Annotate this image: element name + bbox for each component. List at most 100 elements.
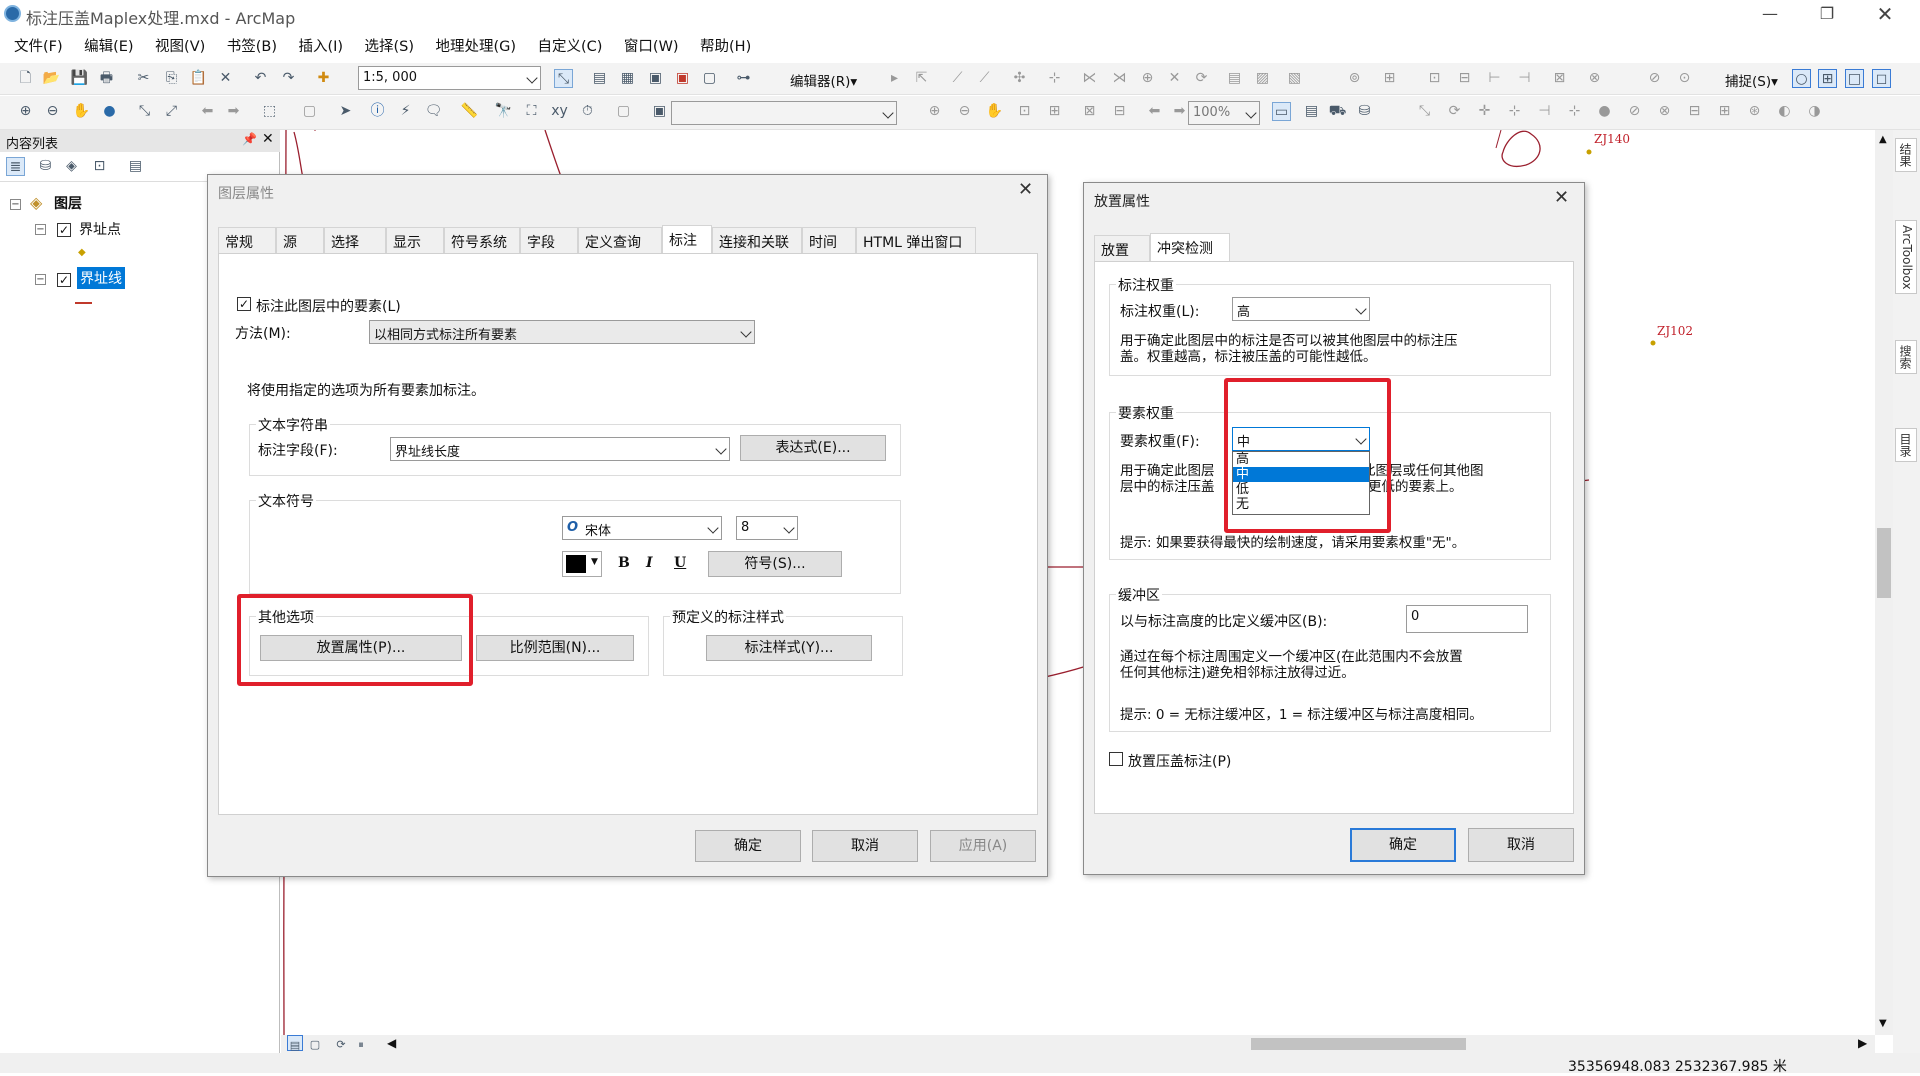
- tab-labels[interactable]: 标注: [662, 225, 712, 253]
- scroll-up-icon[interactable]: ▲: [1879, 134, 1887, 145]
- redo-icon[interactable]: ↷: [279, 69, 298, 88]
- menu-file[interactable]: 文件(F): [14, 30, 63, 56]
- auto-adjust-icon[interactable]: ⊘: [1625, 102, 1644, 121]
- tab-general[interactable]: 常规: [218, 227, 276, 253]
- list-by-source-icon[interactable]: ⛁: [36, 157, 55, 176]
- zoom-in-icon[interactable]: ⊕: [16, 102, 35, 121]
- add-control-points-icon[interactable]: ⊣: [1535, 102, 1554, 121]
- view-link-table-icon[interactable]: ⊹: [1565, 102, 1584, 121]
- change-layout-icon[interactable]: ⛟: [1328, 102, 1347, 121]
- toc-layer-lines[interactable]: 界址线: [77, 267, 125, 289]
- sketch-properties-icon[interactable]: ▤: [1225, 69, 1244, 88]
- menu-help[interactable]: 帮助(H): [700, 30, 751, 56]
- results-tab[interactable]: 结果: [1895, 138, 1917, 172]
- arctoolbox-tab[interactable]: ArcToolbox: [1895, 220, 1917, 295]
- search-tab[interactable]: 搜索: [1895, 340, 1917, 374]
- hyperlink-icon[interactable]: ⚡: [396, 102, 415, 121]
- rectify-icon[interactable]: ⊛: [1745, 102, 1764, 121]
- label-styles-button[interactable]: 标注样式(Y)...: [706, 635, 872, 661]
- map-horizontal-scrollbar[interactable]: ▤ ▢ ⟳ ⏸ ◀ ▶: [281, 1035, 1875, 1053]
- straight-segment-icon[interactable]: ⟋: [948, 69, 967, 88]
- toggle-draft-icon[interactable]: ▭: [1272, 102, 1291, 121]
- menu-geoprocessing[interactable]: 地理处理(G): [435, 30, 516, 56]
- add-data-icon[interactable]: ✚: [314, 69, 333, 88]
- vertex-snap-icon[interactable]: □: [1845, 69, 1864, 88]
- spatial-adjust-icon[interactable]: ⊠: [1550, 69, 1569, 88]
- layout-pan-icon[interactable]: ✋: [985, 102, 1004, 121]
- layout-view-icon[interactable]: ▢: [307, 1035, 323, 1051]
- fixed-layout-in-icon[interactable]: ⊠: [1080, 102, 1099, 121]
- scroll-down-icon[interactable]: ▼: [1879, 1018, 1887, 1029]
- menu-view[interactable]: 视图(V): [155, 30, 205, 56]
- method-select[interactable]: 以相同方式标注所有要素: [369, 320, 755, 344]
- point-icon[interactable]: ✣: [1010, 69, 1029, 88]
- layout-icon[interactable]: ▣: [650, 102, 669, 121]
- pause-drawing-icon[interactable]: ⏸: [353, 1035, 369, 1051]
- open-icon[interactable]: 📂: [42, 69, 61, 88]
- toc-root-layers[interactable]: 图层: [54, 193, 82, 213]
- layout-zoom-combo[interactable]: 100%: [1188, 101, 1260, 125]
- map-vertical-scrollbar[interactable]: ▲ ▼: [1875, 130, 1893, 1035]
- rotate-icon[interactable]: ✕: [1165, 69, 1184, 88]
- tab-display[interactable]: 显示: [386, 227, 444, 253]
- fixed-zoom-out-icon[interactable]: ⤢: [162, 102, 181, 121]
- font-select[interactable]: O 宋体: [562, 516, 722, 540]
- tab-time[interactable]: 时间: [802, 227, 856, 253]
- italic-button[interactable]: I: [646, 555, 653, 571]
- symbol-button[interactable]: 符号(S)...: [708, 551, 842, 577]
- paste-icon[interactable]: 📋: [189, 69, 208, 88]
- edge-snap-icon[interactable]: ◻: [1872, 69, 1891, 88]
- arctoolbox-icon[interactable]: ▣: [673, 69, 692, 88]
- scroll-right-icon[interactable]: ▶: [1858, 1036, 1867, 1050]
- expression-button[interactable]: 表达式(E)...: [740, 435, 886, 461]
- collapse-toggle[interactable]: −: [35, 224, 46, 235]
- search-window-icon[interactable]: ▣: [646, 69, 665, 88]
- georef-layer-icon[interactable]: ⤡: [1415, 102, 1434, 121]
- data-view-icon[interactable]: ▤: [287, 1035, 303, 1052]
- pan-icon[interactable]: ✋: [72, 102, 91, 121]
- find-route-icon[interactable]: ⛶: [522, 102, 541, 121]
- collapse-toggle[interactable]: −: [35, 274, 46, 285]
- new-document-icon[interactable]: 🗋: [16, 69, 35, 88]
- attributes-icon[interactable]: ⟳: [1192, 69, 1211, 88]
- underline-button[interactable]: U: [674, 555, 686, 571]
- tab-selection[interactable]: 选择: [324, 227, 386, 253]
- forward-extent-icon[interactable]: ➡: [224, 102, 243, 121]
- dimension-icon[interactable]: ⊙: [1675, 69, 1694, 88]
- transparency-icon[interactable]: ◐: [1775, 102, 1794, 121]
- catalog-icon[interactable]: ▦: [618, 69, 637, 88]
- tab-fields[interactable]: 字段: [520, 227, 578, 253]
- zoom-100-icon[interactable]: ⊞: [1045, 102, 1064, 121]
- edit-vertices-icon[interactable]: ⊹: [1045, 69, 1064, 88]
- tab-source[interactable]: 源: [276, 227, 324, 253]
- pin-icon[interactable]: 📌: [242, 132, 257, 146]
- layout-back-icon[interactable]: ⬅: [1145, 102, 1164, 121]
- layout-zoom-in-icon[interactable]: ⊕: [925, 102, 944, 121]
- refresh-icon[interactable]: ⟳: [333, 1035, 349, 1051]
- select-features-icon[interactable]: ⬚: [260, 102, 279, 121]
- tab-conflict-detection[interactable]: 冲突检测: [1150, 233, 1230, 261]
- print-icon[interactable]: 🖶: [97, 69, 116, 88]
- shift-icon[interactable]: ✛: [1475, 102, 1494, 121]
- layout-combo[interactable]: [671, 101, 897, 125]
- swipe-icon[interactable]: ◑: [1805, 102, 1824, 121]
- scale-icon[interactable]: ⊹: [1505, 102, 1524, 121]
- measure-icon[interactable]: 📏: [460, 102, 479, 121]
- color-picker[interactable]: ▼: [562, 551, 602, 577]
- list-by-visibility-icon[interactable]: ◈: [62, 157, 81, 176]
- close-icon[interactable]: ✕: [1554, 187, 1569, 208]
- label-field-select[interactable]: 界址线长度: [390, 437, 730, 461]
- place-overlapping-checkbox[interactable]: [1109, 752, 1123, 766]
- scroll-thumb[interactable]: [1251, 1038, 1466, 1050]
- menu-windows[interactable]: 窗口(W): [624, 30, 679, 56]
- split-icon[interactable]: ⊕: [1138, 69, 1157, 88]
- merge-icon[interactable]: ⊗: [1585, 69, 1604, 88]
- fixed-layout-out-icon[interactable]: ⊟: [1110, 102, 1129, 121]
- cut-polygons-icon[interactable]: ⋊: [1110, 69, 1129, 88]
- python-window-icon[interactable]: ▢: [700, 69, 719, 88]
- options-icon[interactable]: ▤: [126, 157, 145, 176]
- time-slider-icon[interactable]: ⏱: [578, 102, 597, 121]
- cogo-icon[interactable]: ⊡: [1425, 69, 1444, 88]
- update-georef-icon[interactable]: ⊞: [1715, 102, 1734, 121]
- georef-icon[interactable]: ⊚: [1345, 69, 1364, 88]
